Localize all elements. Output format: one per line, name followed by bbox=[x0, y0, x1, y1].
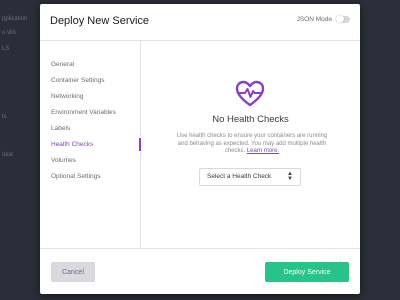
nav-item-environment-variables[interactable]: Environment Variables bbox=[51, 109, 116, 116]
modal-header: Deploy New Service JSON Mode bbox=[40, 4, 360, 41]
empty-state-title: No Health Checks bbox=[212, 114, 289, 125]
json-mode-control: JSON Mode bbox=[296, 15, 350, 23]
nav-item-container-settings[interactable]: Container Settings bbox=[51, 77, 104, 84]
nav-item-networking[interactable]: Networking bbox=[51, 93, 84, 100]
toggle-knob bbox=[336, 15, 344, 23]
background-text: ts bbox=[2, 114, 7, 120]
nav-item-volumes[interactable]: Volumes bbox=[51, 157, 76, 164]
background-text: uice bbox=[2, 152, 14, 158]
nav-item-optional-settings[interactable]: Optional Settings bbox=[51, 173, 101, 180]
learn-more-link[interactable]: Learn more. bbox=[247, 148, 279, 154]
health-check-select[interactable]: Select a Health Check ▲ ▼ bbox=[199, 168, 301, 186]
modal-footer: Cancel Deploy Service bbox=[40, 248, 360, 294]
json-mode-toggle[interactable] bbox=[336, 15, 350, 23]
background-text: u Wo bbox=[2, 30, 16, 36]
select-caret-icon: ▲ ▼ bbox=[287, 171, 293, 182]
background-text: pplication bbox=[2, 16, 28, 22]
background-text: LS bbox=[2, 46, 10, 52]
json-mode-label: JSON Mode bbox=[296, 16, 332, 23]
deploy-service-modal: Deploy New Service JSON Mode General Con… bbox=[40, 4, 360, 294]
empty-state-description: Use health checks to ensure your contain… bbox=[175, 133, 329, 156]
background-panel bbox=[360, 0, 400, 300]
modal-title: Deploy New Service bbox=[50, 15, 150, 27]
deploy-service-button[interactable]: Deploy Service bbox=[265, 262, 349, 282]
select-value: Select a Health Check bbox=[207, 173, 272, 180]
cancel-button[interactable]: Cancel bbox=[51, 262, 95, 282]
nav-item-health-checks[interactable]: Health Checks bbox=[51, 141, 93, 148]
nav-item-general[interactable]: General bbox=[51, 61, 74, 68]
side-nav: General Container Settings Networking En… bbox=[40, 41, 141, 248]
background-sidebar: pplication u Wo LS ts uice bbox=[0, 0, 40, 300]
heart-pulse-icon bbox=[235, 80, 265, 107]
health-checks-panel: No Health Checks Use health checks to en… bbox=[141, 41, 360, 248]
nav-item-labels[interactable]: Labels bbox=[51, 125, 70, 132]
